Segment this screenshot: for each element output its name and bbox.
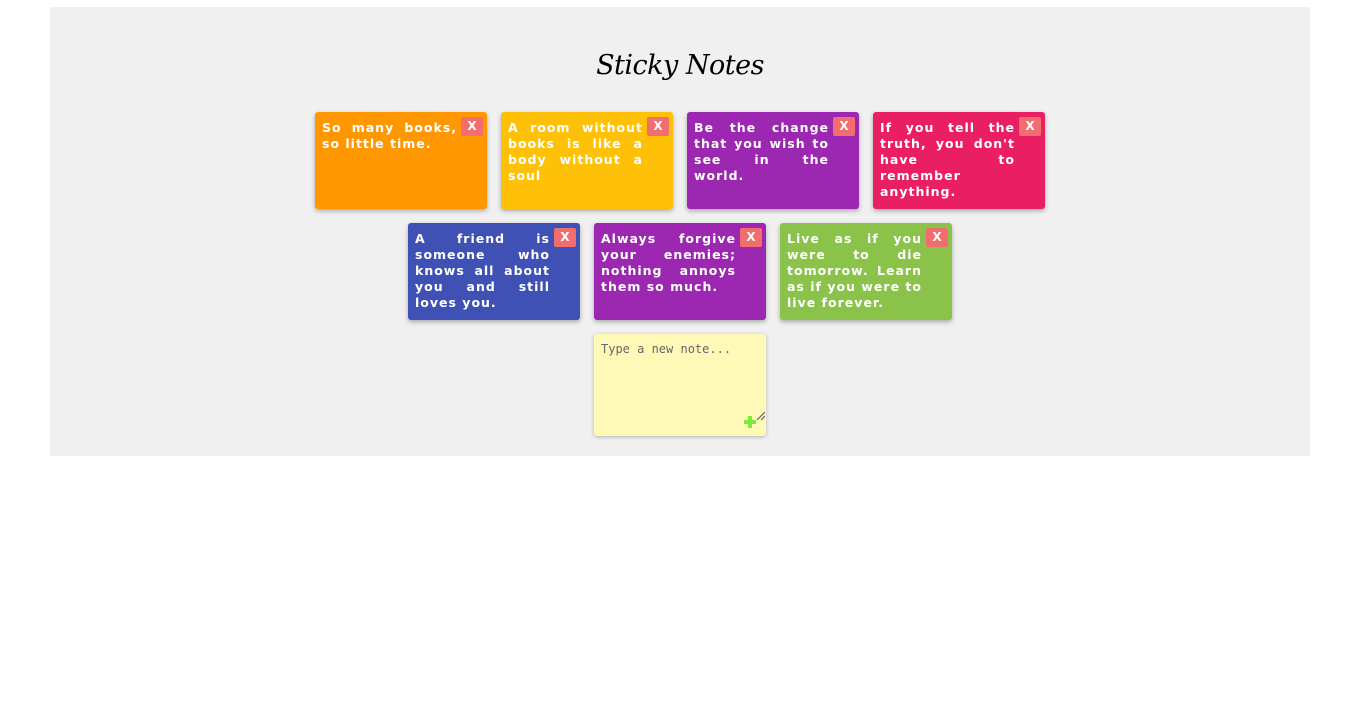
sticky-note: A room without books is like a body with…: [501, 112, 673, 209]
note-text: A friend is someone who knows all about …: [415, 231, 550, 310]
delete-note-button[interactable]: X: [647, 117, 669, 136]
delete-note-button[interactable]: X: [461, 117, 483, 136]
note-text: A room without books is like a body with…: [508, 120, 643, 183]
notes-row: So many books, so little time. X A room …: [50, 112, 1310, 209]
sticky-note: Be the change that you wish to see in th…: [687, 112, 859, 209]
plus-icon[interactable]: [744, 416, 756, 428]
sticky-note: If you tell the truth, you don't have to…: [873, 112, 1045, 209]
note-text: Be the change that you wish to see in th…: [694, 120, 829, 183]
delete-note-button[interactable]: X: [1019, 117, 1041, 136]
note-text: If you tell the truth, you don't have to…: [880, 120, 1015, 199]
delete-note-button[interactable]: X: [740, 228, 762, 247]
note-text: Always forgive your enemies; nothing ann…: [601, 231, 736, 294]
delete-note-button[interactable]: X: [554, 228, 576, 247]
delete-note-button[interactable]: X: [926, 228, 948, 247]
sticky-note: A friend is someone who knows all about …: [408, 223, 580, 320]
sticky-note: So many books, so little time. X: [315, 112, 487, 209]
sticky-note: Always forgive your enemies; nothing ann…: [594, 223, 766, 320]
new-note-card: [594, 334, 766, 436]
delete-note-button[interactable]: X: [833, 117, 855, 136]
note-text: Live as if you were to die tomorrow. Lea…: [787, 231, 922, 310]
notes-row: A friend is someone who knows all about …: [50, 223, 1310, 320]
sticky-note: Live as if you were to die tomorrow. Lea…: [780, 223, 952, 320]
notes-board: Sticky Notes So many books, so little ti…: [50, 7, 1310, 456]
note-text: So many books, so little time.: [322, 120, 457, 151]
resize-grip-icon[interactable]: [756, 411, 765, 420]
new-note-row: [50, 334, 1310, 436]
page-title: Sticky Notes: [596, 50, 764, 81]
new-note-input[interactable]: [594, 334, 766, 422]
